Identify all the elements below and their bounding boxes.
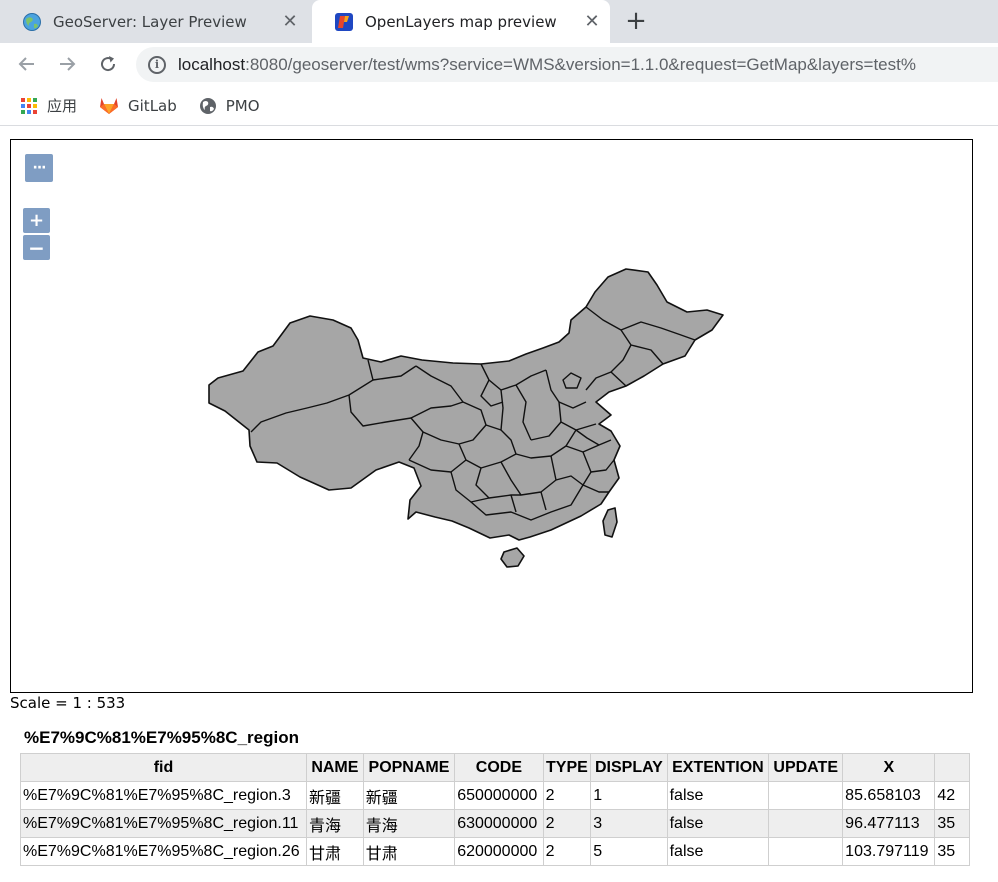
globe-icon (199, 97, 216, 114)
cell-popname: 青海 (362, 809, 456, 838)
cell-x: 103.797119 (842, 837, 936, 866)
bookmark-label: 应用 (47, 97, 78, 115)
cell-type: 2 (542, 781, 592, 810)
bookmark-pmo[interactable]: PMO (199, 97, 260, 115)
cell-update (768, 837, 844, 866)
tab-title: OpenLayers map preview (365, 12, 557, 31)
bookmarks-bar: 应用 GitLab PMO (0, 86, 998, 126)
china-region-map[interactable] (11, 140, 973, 693)
zoom-out-button[interactable]: − (23, 235, 50, 260)
bookmark-gitlab[interactable]: GitLab (99, 96, 177, 115)
feature-info-table: fid NAME POPNAME CODE TYPE DISPLAY EXTEN… (20, 753, 970, 866)
column-header-extention: EXTENTION (666, 753, 770, 782)
cell-type: 2 (542, 809, 592, 838)
cell-popname: 甘肃 (362, 837, 456, 866)
map-viewport[interactable]: ··· + − (10, 139, 973, 693)
column-header-y (934, 753, 970, 782)
column-header-popname: POPNAME (362, 753, 456, 782)
close-tab-icon[interactable]: ✕ (276, 8, 304, 36)
cell-code: 650000000 (454, 781, 544, 810)
cell-extention: false (666, 809, 770, 838)
cell-x: 85.658103 (842, 781, 936, 810)
cell-popname: 新疆 (362, 781, 456, 810)
address-bar[interactable]: i localhost:8080/geoserver/test/wms?serv… (136, 47, 998, 82)
column-header-code: CODE (454, 753, 544, 782)
column-header-x: X (842, 753, 936, 782)
feature-info-table-container: fid NAME POPNAME CODE TYPE DISPLAY EXTEN… (20, 753, 970, 867)
column-header-display: DISPLAY (590, 753, 668, 782)
column-header-type: TYPE (542, 753, 592, 782)
cell-code: 620000000 (454, 837, 544, 866)
cell-type: 2 (542, 837, 592, 866)
cell-fid: %E7%9C%81%E7%95%8C_region.26 (20, 837, 307, 866)
scale-readout: Scale = 1 : 533 (10, 694, 126, 712)
browser-toolbar: i localhost:8080/geoserver/test/wms?serv… (0, 43, 998, 86)
table-row: %E7%9C%81%E7%95%8C_region.11 青海 青海 63000… (20, 809, 970, 838)
forward-button[interactable] (52, 49, 82, 79)
url-text: localhost:8080/geoserver/test/wms?servic… (178, 55, 916, 75)
cell-update (768, 809, 844, 838)
back-button[interactable] (12, 49, 42, 79)
cell-update (768, 781, 844, 810)
cell-name: 甘肃 (305, 837, 364, 866)
cell-fid: %E7%9C%81%E7%95%8C_region.11 (20, 809, 307, 838)
cell-extention: false (666, 781, 770, 810)
column-header-update: UPDATE (768, 753, 844, 782)
cell-x: 96.477113 (842, 809, 936, 838)
cell-y: 35 (934, 809, 970, 838)
cell-display: 1 (590, 781, 668, 810)
back-arrow-icon (18, 57, 34, 71)
cell-y: 35 (934, 837, 970, 866)
table-header-row: fid NAME POPNAME CODE TYPE DISPLAY EXTEN… (20, 753, 970, 782)
cell-y: 42 (934, 781, 970, 810)
tab-strip: GeoServer: Layer Preview ✕ OpenLayers ma… (0, 0, 998, 43)
new-tab-icon[interactable]: + (622, 6, 650, 36)
column-header-name: NAME (305, 753, 364, 782)
layer-options-button[interactable]: ··· (25, 154, 53, 182)
tab-geoserver-layer-preview[interactable]: GeoServer: Layer Preview ✕ (0, 0, 308, 43)
zoom-in-button[interactable]: + (23, 208, 50, 233)
apps-grid-icon (21, 97, 37, 114)
bookmark-label: PMO (225, 96, 260, 115)
cell-fid: %E7%9C%81%E7%95%8C_region.3 (20, 781, 307, 810)
feature-info-layer-title: %E7%9C%81%E7%95%8C_region (24, 728, 299, 747)
cell-display: 5 (590, 837, 668, 866)
openlayers-logo-icon (335, 12, 353, 31)
url-path: :8080/geoserver/test/wms?service=WMS&ver… (245, 54, 916, 74)
cell-code: 630000000 (454, 809, 544, 838)
column-header-fid: fid (20, 753, 307, 782)
tab-title: GeoServer: Layer Preview (53, 12, 247, 31)
forward-arrow-icon (60, 57, 76, 71)
cell-name: 新疆 (305, 781, 364, 810)
hainan-island (500, 547, 525, 568)
cell-display: 3 (590, 809, 668, 838)
table-row: %E7%9C%81%E7%95%8C_region.26 甘肃 甘肃 62000… (20, 837, 970, 866)
china-mainland-outline (208, 268, 724, 541)
bookmark-apps[interactable]: 应用 (20, 95, 77, 116)
reload-button[interactable] (93, 49, 123, 79)
cell-name: 青海 (305, 809, 364, 838)
url-host: localhost (178, 54, 246, 74)
bookmark-label: GitLab (128, 96, 177, 115)
close-tab-icon[interactable]: ✕ (578, 8, 606, 36)
table-row: %E7%9C%81%E7%95%8C_region.3 新疆 新疆 650000… (20, 781, 970, 810)
cell-extention: false (666, 837, 770, 866)
reload-icon (101, 56, 116, 72)
gitlab-icon (100, 98, 119, 114)
tab-openlayers-map-preview[interactable]: OpenLayers map preview ✕ (312, 0, 610, 43)
geoserver-globe-icon (23, 12, 41, 31)
taiwan-island (602, 507, 618, 538)
site-info-icon[interactable]: i (148, 55, 166, 74)
